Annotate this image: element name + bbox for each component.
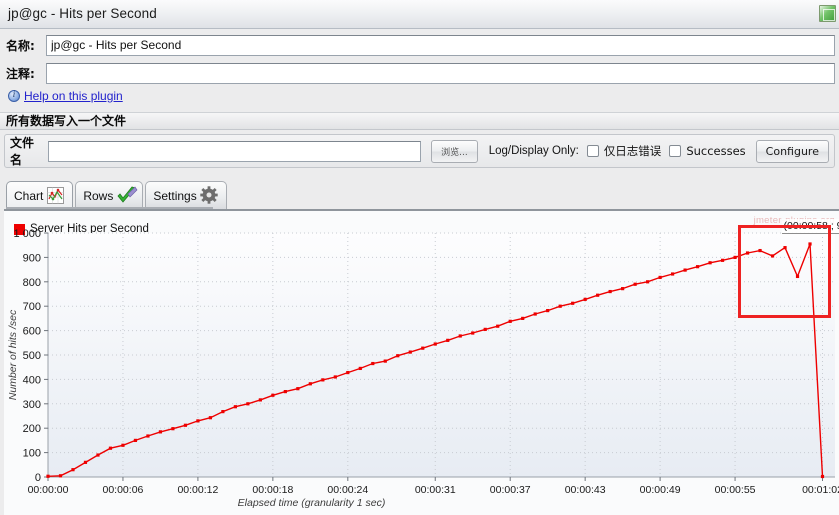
line-chart-icon [46, 186, 65, 205]
svg-text:00:00:55: 00:00:55 [715, 484, 756, 496]
plugin-form: 名称: 注释: Help on this plugin [0, 29, 839, 112]
jmeter-hits-per-second-window: jp@gc - Hits per Second 名称: 注释: Help on … [0, 0, 839, 515]
svg-text:00:00:43: 00:00:43 [565, 484, 606, 496]
svg-text:800: 800 [23, 277, 41, 289]
svg-text:100: 100 [23, 448, 41, 460]
svg-text:Number of hits /sec: Number of hits /sec [7, 309, 19, 400]
comment-row: 注释: [0, 62, 839, 84]
svg-text:900: 900 [23, 252, 41, 264]
name-row: 名称: [0, 34, 839, 56]
svg-text:00:00:31: 00:00:31 [415, 484, 456, 496]
chart-panel: Server Hits per Second jmeter-plugins.or… [4, 209, 839, 515]
svg-text:200: 200 [23, 423, 41, 435]
configure-button[interactable]: Configure [755, 139, 829, 163]
svg-text:700: 700 [23, 301, 41, 313]
window-titlebar: jp@gc - Hits per Second [0, 0, 839, 29]
svg-text:00:00:00: 00:00:00 [28, 484, 69, 496]
file-output-panel: 文件名 浏览... Log/Display Only: 仅日志错误 Succes… [4, 134, 835, 168]
successes-checkbox[interactable] [669, 145, 682, 157]
window-title: jp@gc - Hits per Second [8, 6, 157, 21]
svg-text:500: 500 [23, 350, 41, 362]
gear-icon [200, 186, 219, 205]
info-icon [8, 89, 20, 102]
tab-rows-label: Rows [83, 188, 114, 203]
svg-text:400: 400 [23, 374, 41, 386]
tab-rows[interactable]: Rows [75, 181, 144, 209]
svg-text:00:00:06: 00:00:06 [103, 484, 144, 496]
svg-text:00:00:37: 00:00:37 [490, 484, 531, 496]
tab-bar: Chart Rows Settings [6, 179, 229, 209]
tab-chart[interactable]: Chart [6, 181, 74, 209]
svg-text:1 000: 1 000 [13, 228, 41, 240]
svg-text:0: 0 [35, 472, 41, 484]
errors-checkbox-label: 仅日志错误 [603, 144, 662, 158]
filename-label: 文件名 [10, 136, 35, 167]
name-label: 名称: [6, 38, 35, 53]
filename-input[interactable] [47, 140, 422, 162]
successes-checkbox-group: Successes [669, 144, 746, 158]
svg-text:00:00:49: 00:00:49 [640, 484, 681, 496]
svg-text:00:01:02: 00:01:02 [802, 484, 839, 496]
log-display-only-label: Log/Display Only: [488, 145, 579, 157]
write-all-data-header: 所有数据写入一个文件 [0, 112, 839, 130]
tab-settings-label: Settings [153, 188, 197, 203]
tab-settings[interactable]: Settings [145, 181, 227, 209]
comment-label: 注释: [6, 66, 35, 81]
svg-text:600: 600 [23, 326, 41, 338]
svg-text:00:00:12: 00:00:12 [177, 484, 218, 496]
comment-input[interactable] [46, 62, 835, 84]
help-on-this-plugin-link[interactable]: Help on this plugin [24, 89, 123, 103]
svg-text:Elapsed time (granularity 1 se: Elapsed time (granularity 1 sec) [238, 497, 386, 509]
restore-window-icon[interactable] [819, 5, 836, 22]
browse-button[interactable]: 浏览... [431, 139, 478, 163]
highlight-focus-box [737, 225, 831, 318]
errors-checkbox-group: 仅日志错误 [586, 143, 662, 159]
svg-text:00:00:18: 00:00:18 [252, 484, 293, 496]
green-check-icon [116, 186, 138, 205]
successes-checkbox-label: Successes [686, 144, 746, 158]
name-input[interactable] [46, 34, 835, 56]
svg-text:300: 300 [23, 399, 41, 411]
svg-text:00:00:24: 00:00:24 [327, 484, 368, 496]
tab-chart-label: Chart [14, 188, 44, 203]
help-row: Help on this plugin [8, 89, 123, 103]
hits-per-second-plot: 0 100 200 300 400 500 600 700 800 900 1 000 00:00:0… [7, 228, 839, 509]
errors-checkbox[interactable] [586, 145, 599, 157]
